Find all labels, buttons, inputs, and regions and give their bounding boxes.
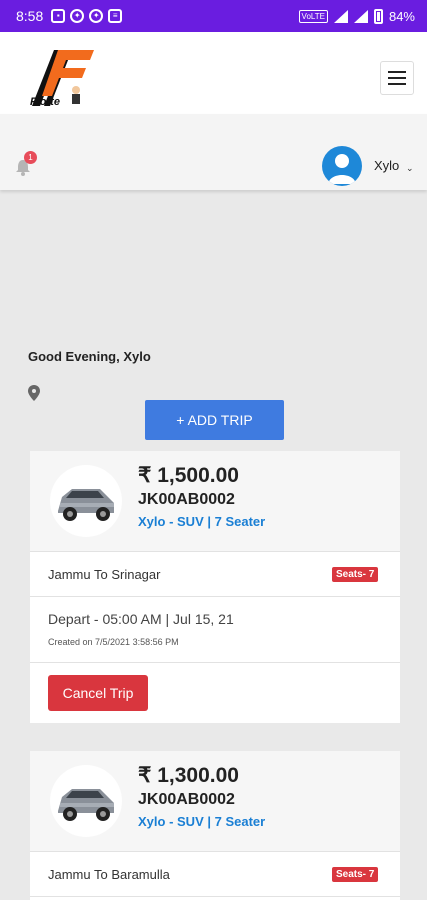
trip-price: ₹ 1,300.00 [138,764,239,787]
created-date: Created on 7/5/2021 3:58:56 PM [48,637,179,647]
location-pin-icon [28,385,40,401]
volte-icon: VoLTE [298,9,328,23]
user-icon [328,154,356,184]
menu-line [388,77,406,79]
trip-price: ₹ 1,500.00 [138,464,239,487]
notification-badge: 1 [24,151,37,164]
suv-icon [58,789,114,821]
vehicle-model: Xylo - SUV | 7 Seater [138,514,266,529]
status-time: 8:58 [16,8,44,24]
vehicle-registration: JK00AB0002 [138,791,235,808]
battery-percent: 84% [388,8,415,24]
add-trip-button[interactable]: + ADD TRIP [145,400,284,440]
user-name[interactable]: Xylo [374,158,399,173]
notification-icons: ▪ ✦ ✦ ≡ [51,9,123,23]
status-bar: 8:58 ▪ ✦ ✦ ≡ VoLTE 84% [0,0,427,32]
trip-card: ₹ 1,500.00 JK00AB0002 Xylo - SUV | 7 Sea… [30,451,400,723]
message-icon: ▪ [51,9,66,23]
battery-icon [373,8,383,24]
trip-card-header: ₹ 1,300.00 JK00AB0002 Xylo - SUV | 7 Sea… [30,751,400,851]
avatar[interactable] [322,146,362,186]
cell-signal-icon [353,9,368,23]
depart-time: Depart - 05:00 AM | Jul 15, 21 [48,611,234,627]
top-bar [0,32,427,114]
hamburger-menu-button[interactable] [380,61,414,95]
trip-depart-row: Depart - 05:00 AM | Jul 15, 21 Created o… [30,597,400,663]
suv-icon [58,489,114,521]
trip-route-row: Jammu To Srinagar Seats- 7 [30,551,400,597]
seats-badge: Seats- 7 [332,867,379,882]
app-icon: ✦ [70,9,85,23]
app-icon: ✦ [89,9,104,23]
cancel-trip-button[interactable]: Cancel Trip [48,675,148,711]
trip-actions: Cancel Trip [30,663,400,723]
vehicle-registration: JK00AB0002 [138,491,235,508]
trip-route: Jammu To Baramulla [48,867,170,882]
car-image [50,465,122,537]
menu-line [388,71,406,73]
chat-icon: ≡ [108,9,123,23]
user-bar [0,114,427,190]
menu-line [388,83,406,85]
greeting-text: Good Evening, Xylo [28,349,151,364]
logo-text: Flotte [30,96,60,108]
chevron-down-icon[interactable]: ⌄ [406,163,414,174]
trip-card-header: ₹ 1,500.00 JK00AB0002 Xylo - SUV | 7 Sea… [30,451,400,551]
vehicle-model: Xylo - SUV | 7 Seater [138,814,266,829]
trip-route: Jammu To Srinagar [48,567,161,582]
trip-card: ₹ 1,300.00 JK00AB0002 Xylo - SUV | 7 Sea… [30,751,400,900]
wifi-signal-icon [333,9,348,23]
seats-badge: Seats- 7 [332,567,379,582]
car-image [50,765,122,837]
trip-route-row: Jammu To Baramulla Seats- 7 [30,851,400,897]
